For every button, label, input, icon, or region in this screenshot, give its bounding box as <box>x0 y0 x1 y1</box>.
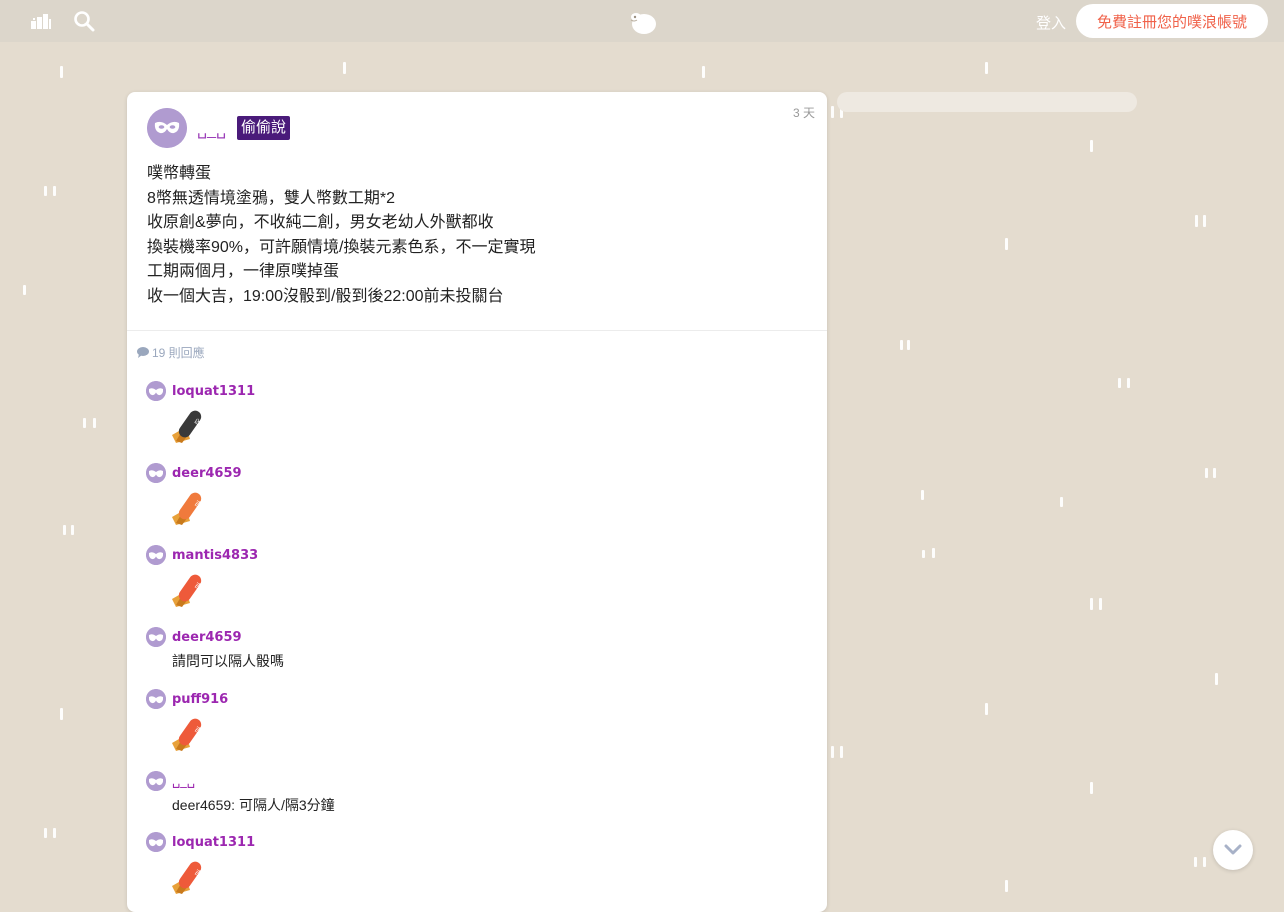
fortune-stick-sticker-icon: 吉 <box>172 718 203 751</box>
response-username[interactable]: loquat1311 <box>172 835 255 850</box>
post-line: 8幣無透情境塗鴉，雙人幣數工期*2 <box>147 189 396 207</box>
post-line: 收原創&夢向，不收純二創，男女老幼人外獸都收 <box>147 214 494 231</box>
post-line: 收一個大吉，19:00沒骰到/骰到後22:00前未投關台 <box>147 287 504 305</box>
post-time[interactable]: 3 天 <box>793 104 815 121</box>
post-line: 工期兩個月，一律原噗掉蛋 <box>147 263 340 280</box>
response-username[interactable]: mantis4833 <box>172 548 258 563</box>
response-username[interactable]: deer4659 <box>172 630 242 645</box>
avatar[interactable] <box>146 627 166 647</box>
speech-bubble-icon <box>137 347 149 358</box>
search-icon[interactable] <box>72 9 96 33</box>
response-item: mantis4833 吉 <box>146 544 258 612</box>
fortune-stick-sticker-icon: 吉 <box>172 861 203 894</box>
response-text: deer4659: 可隔人/隔3分鐘 <box>172 797 335 813</box>
post-content: 噗幣轉蛋 8幣無透情境塗鴉，雙人幣數工期*2 收原創&夢向，不收純二創，男女老幼… <box>147 162 807 309</box>
response-item: puff916 吉 <box>146 688 228 756</box>
signup-button[interactable]: 免費註冊您的噗浪帳號 <box>1076 4 1268 38</box>
chevron-down-icon <box>1224 844 1242 855</box>
fortune-stick-sticker-icon: 吉 <box>172 492 203 525</box>
response-username[interactable]: deer4659 <box>172 466 242 481</box>
response-count: 19 則回應 <box>137 344 205 361</box>
placeholder-bar <box>837 92 1137 112</box>
avatar[interactable] <box>146 771 166 791</box>
divider <box>127 330 827 331</box>
post-line: 換裝機率90%，可許願情境/換裝元素色系，不一定實現 <box>147 238 536 256</box>
avatar[interactable] <box>146 545 166 565</box>
response-item: loquat1311 吉 <box>146 831 255 899</box>
city-skyline-icon[interactable] <box>29 9 53 33</box>
post-line: 噗幣轉蛋 <box>147 165 212 182</box>
top-bar: 登入 免費註冊您的噗浪帳號 <box>0 0 1284 42</box>
response-text: 請問可以隔人骰嗎 <box>172 653 284 669</box>
avatar[interactable] <box>146 689 166 709</box>
response-item: deer4659 吉 <box>146 462 242 530</box>
response-item: ␣_␣ deer4659: 可隔人/隔3分鐘 <box>146 770 335 815</box>
scroll-down-button[interactable] <box>1213 830 1253 870</box>
fortune-stick-sticker-icon: 凶 <box>172 410 203 443</box>
plurk-card: ␣_␣ 偷偷說 3 天 噗幣轉蛋 8幣無透情境塗鴉，雙人幣數工期*2 收原創&夢… <box>127 92 827 912</box>
plurk-mascot-icon[interactable] <box>628 8 658 36</box>
response-count-label: 19 則回應 <box>152 346 205 360</box>
login-link[interactable]: 登入 <box>1036 12 1066 33</box>
response-item: loquat1311 凶 <box>146 380 255 448</box>
response-item: deer4659 請問可以隔人骰嗎 <box>146 626 284 671</box>
fortune-stick-sticker-icon: 吉 <box>172 574 203 607</box>
author-name[interactable]: ␣_␣ <box>197 120 226 140</box>
response-username[interactable]: ␣_␣ <box>172 774 195 789</box>
response-username[interactable]: loquat1311 <box>172 384 255 399</box>
qualifier-badge: 偷偷說 <box>237 116 291 140</box>
avatar[interactable] <box>146 381 166 401</box>
avatar[interactable] <box>146 463 166 483</box>
author-avatar[interactable] <box>147 108 187 148</box>
avatar[interactable] <box>146 832 166 852</box>
response-username[interactable]: puff916 <box>172 692 228 707</box>
